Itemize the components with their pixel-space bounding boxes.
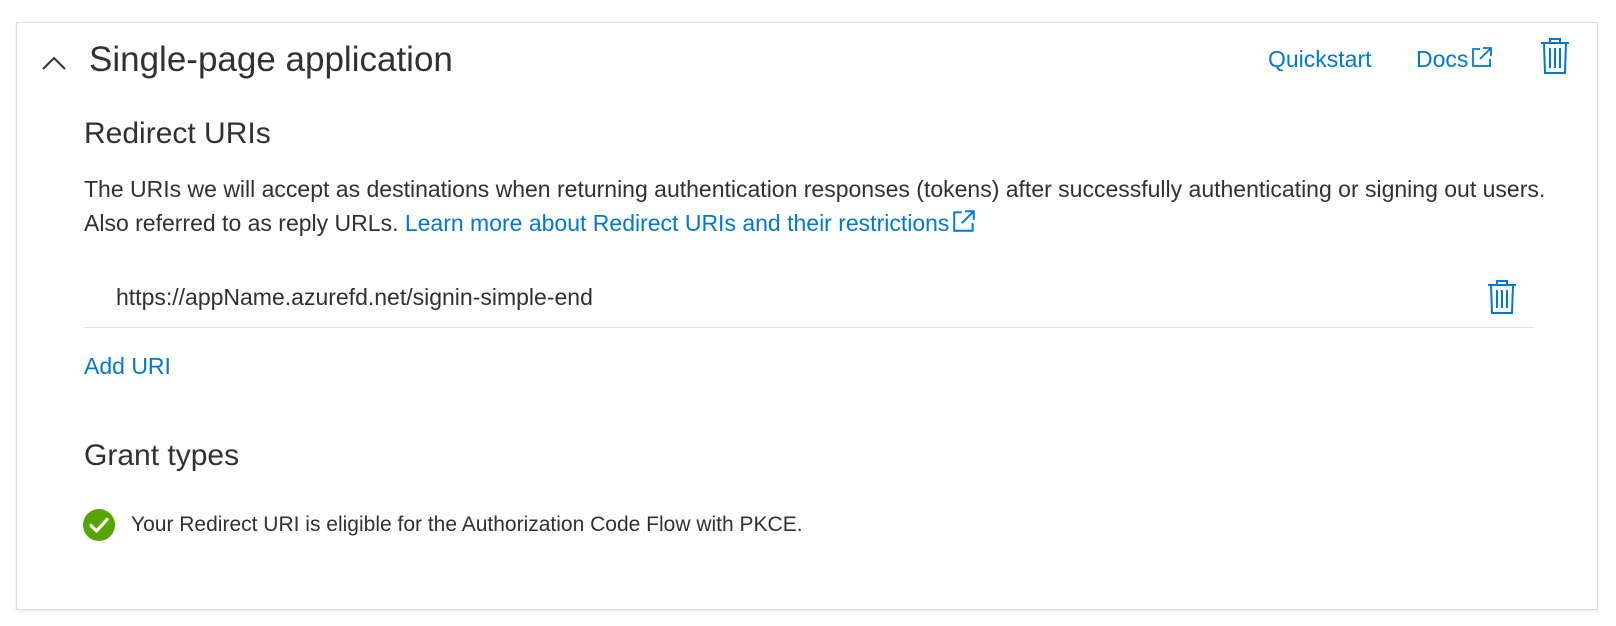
chevron-up-icon[interactable] — [39, 51, 69, 75]
redirect-uri-row: https://appName.azurefd.net/signin-simpl… — [84, 271, 1534, 328]
delete-uri-trash-icon[interactable] — [1486, 279, 1518, 315]
pkce-eligibility-text: Your Redirect URI is eligible for the Au… — [131, 513, 803, 536]
spa-platform-card: Single-page application Quickstart Docs … — [16, 22, 1598, 610]
redirect-uris-description: The URIs we will accept as destinations … — [84, 172, 1554, 240]
delete-platform-trash-icon[interactable] — [1539, 37, 1571, 75]
learn-more-label: Learn more about Redirect URIs and their… — [404, 210, 950, 236]
docs-link-label: Docs — [1416, 46, 1469, 72]
platform-title: Single-page application — [89, 40, 453, 79]
learn-more-link[interactable]: Learn more about Redirect URIs and their… — [405, 210, 978, 236]
grant-types-heading: Grant types — [84, 439, 240, 472]
redirect-uris-heading: Redirect URIs — [84, 117, 271, 150]
external-link-icon — [953, 210, 976, 232]
external-link-icon — [1472, 47, 1493, 67]
redirect-uri-value[interactable]: https://appName.azurefd.net/signin-simpl… — [116, 281, 593, 313]
docs-link[interactable]: Docs — [1416, 43, 1494, 75]
check-circle-icon — [83, 509, 115, 541]
quickstart-link[interactable]: Quickstart — [1268, 43, 1372, 75]
add-uri-link[interactable]: Add URI — [84, 350, 171, 382]
